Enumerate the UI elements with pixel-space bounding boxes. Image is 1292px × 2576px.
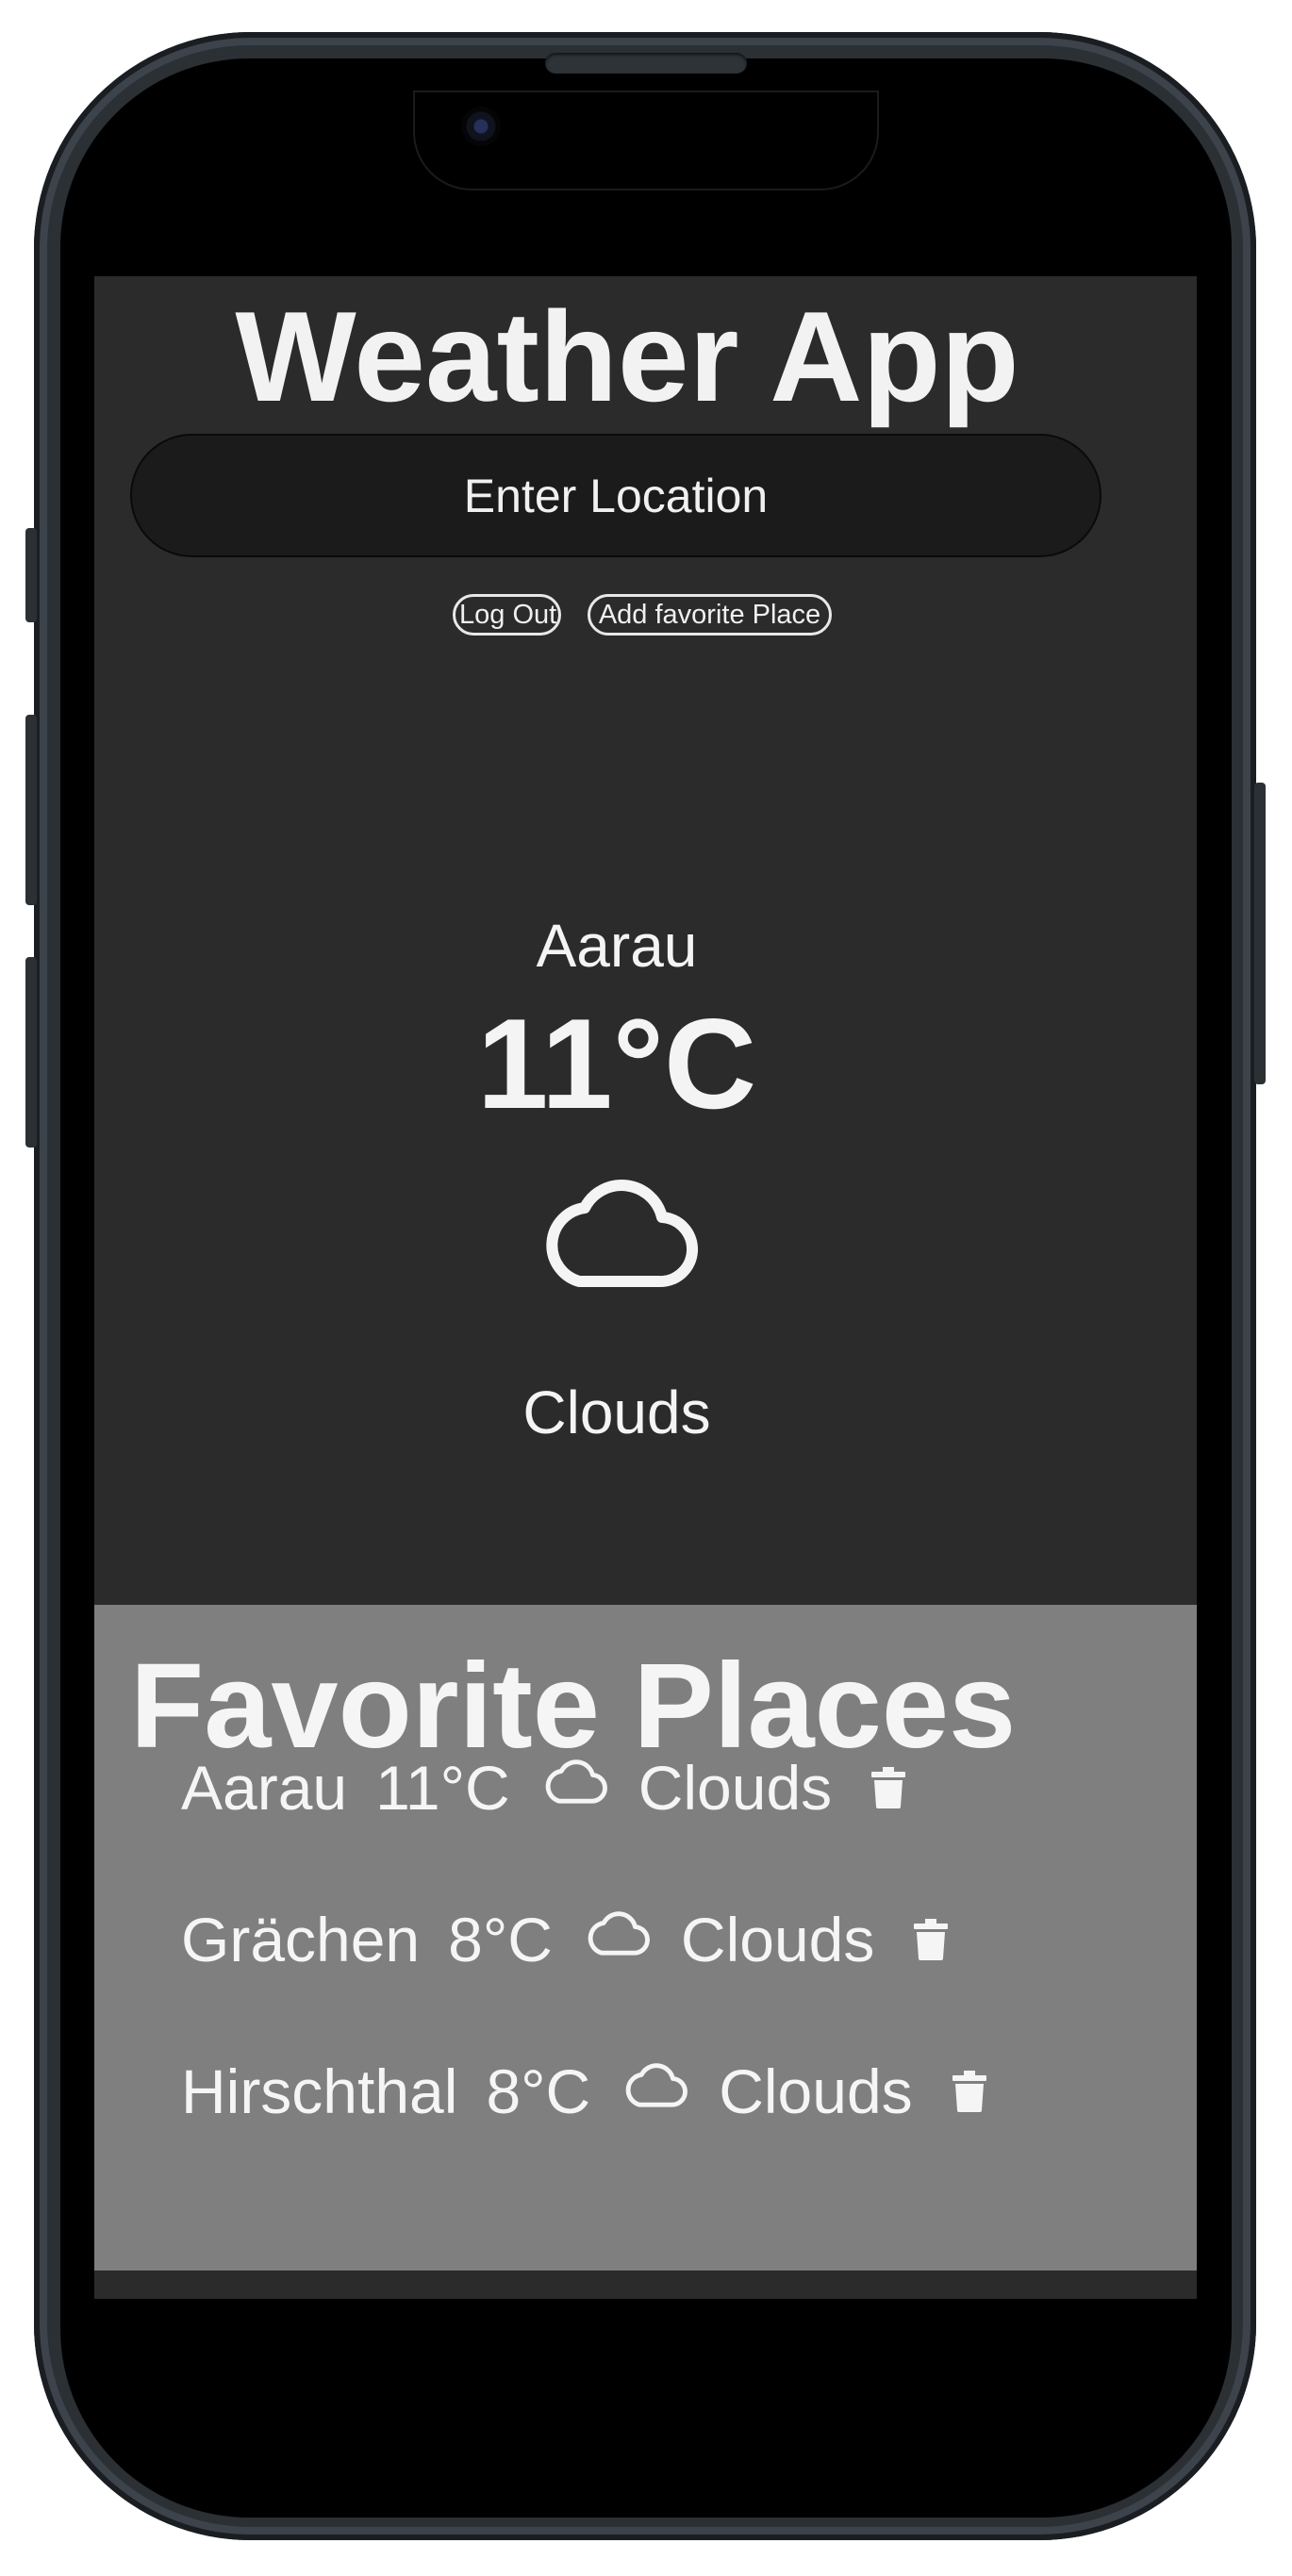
favorite-city: Aarau (181, 1753, 348, 1823)
favorite-condition: Clouds (719, 2056, 913, 2126)
phone-power-button (1254, 783, 1266, 1084)
favorite-place-item[interactable]: Grächen 8°C Clouds (181, 1897, 949, 1982)
app-screen: Weather App Log Out Add favorite Place A… (94, 276, 1197, 2299)
favorite-condition: Clouds (638, 1753, 833, 1823)
phone-action-button (25, 528, 37, 622)
add-favorite-place-button[interactable]: Add favorite Place (588, 594, 832, 636)
favorite-temperature: 11°C (375, 1753, 510, 1823)
logout-button[interactable]: Log Out (453, 594, 561, 636)
current-temperature: 11°C (476, 992, 757, 1135)
favorite-place-item[interactable]: Hirschthal 8°C Clouds (181, 2049, 986, 2134)
trash-icon[interactable] (952, 2071, 986, 2112)
cloud-icon (545, 1759, 607, 1804)
favorite-temperature: 8°C (448, 1905, 553, 1974)
current-condition: Clouds (522, 1379, 711, 1446)
cloud-icon (588, 1911, 650, 1956)
favorite-place-item[interactable]: Aarau 11°C Clouds (181, 1745, 906, 1830)
cloud-icon (625, 2063, 688, 2107)
favorite-condition: Clouds (680, 1905, 875, 1974)
front-camera (461, 107, 501, 146)
location-search-input[interactable] (130, 434, 1102, 557)
phone-volume-up-button (25, 715, 37, 905)
trash-icon[interactable] (871, 1767, 906, 1808)
favorite-places-section: Favorite Places Aarau 11°C Clouds Gräche… (94, 1605, 1197, 2271)
current-city: Aarau (536, 912, 698, 980)
favorite-city: Hirschthal (181, 2056, 458, 2126)
app-title: Weather App (235, 285, 1019, 428)
phone-volume-down-button (25, 957, 37, 1148)
favorite-temperature: 8°C (486, 2056, 591, 2126)
trash-icon[interactable] (914, 1919, 949, 1960)
cloud-icon (546, 1180, 699, 1288)
phone-notch (415, 92, 877, 189)
favorite-city: Grächen (181, 1905, 421, 1974)
phone-speaker (545, 53, 747, 74)
